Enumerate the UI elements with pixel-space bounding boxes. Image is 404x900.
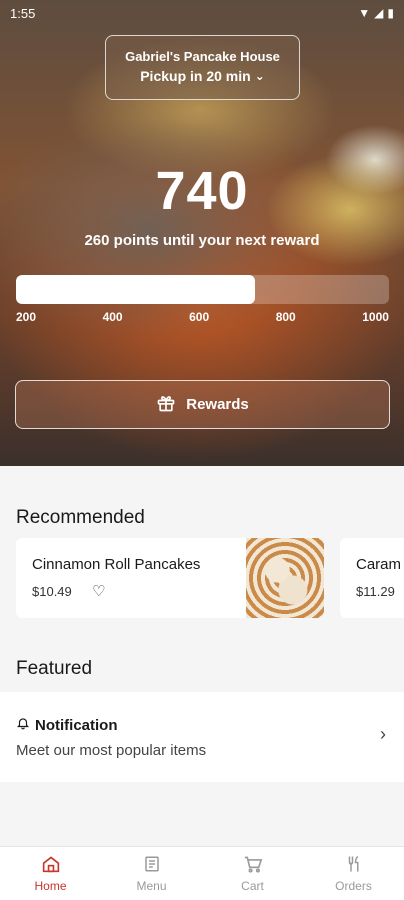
nav-label: Cart — [241, 878, 264, 893]
signal-icon: ◢ — [374, 6, 384, 20]
rewards-progress-bar — [16, 275, 389, 304]
points-subtitle: 260 points until your next reward — [84, 232, 320, 249]
points-value: 740 — [155, 161, 249, 221]
item-price: $10.49 — [32, 584, 72, 599]
featured-title: Featured — [16, 658, 93, 679]
chevron-right-icon: › — [380, 724, 386, 744]
tick-label: 600 — [189, 310, 210, 324]
gift-icon — [156, 393, 176, 417]
notification-title: Notification — [35, 716, 118, 734]
nav-label: Menu — [136, 878, 167, 893]
fork-knife-icon — [345, 855, 363, 876]
nav-label: Home — [34, 878, 67, 893]
store-selector[interactable]: Gabriel's Pancake House Pickup in 20 min… — [105, 35, 300, 100]
item-image — [246, 538, 324, 618]
store-name: Gabriel's Pancake House — [125, 49, 280, 64]
tick-label: 1000 — [362, 310, 389, 324]
notification-subtitle: Meet our most popular items — [16, 742, 207, 759]
progress-ticks: 200 400 600 800 1000 — [16, 310, 389, 324]
cart-icon — [243, 855, 263, 876]
hero-banner: 1:55 ▼ ◢ ▮ Gabriel's Pancake House Picku… — [0, 0, 404, 466]
wifi-icon: ▼ — [358, 6, 371, 20]
chevron-down-icon: ⌄ — [254, 69, 265, 83]
bell-icon — [16, 716, 30, 734]
battery-icon: ▮ — [387, 6, 394, 20]
recommended-card[interactable]: Caram $11.29 — [340, 538, 404, 618]
tick-label: 800 — [275, 310, 296, 324]
item-price: $11.29 — [356, 584, 395, 599]
tick-label: 200 — [16, 310, 37, 324]
home-icon — [41, 855, 61, 876]
heart-icon[interactable]: ♡ — [92, 582, 105, 600]
nav-cart[interactable]: Cart — [202, 847, 303, 900]
nav-orders[interactable]: Orders — [303, 847, 404, 900]
nav-home[interactable]: Home — [0, 847, 101, 900]
main-content: Recommended Cinnamon Roll Pancakes $10.4… — [0, 466, 404, 846]
rewards-button-label: Rewards — [186, 396, 249, 413]
featured-notification-row[interactable]: Notification Meet our most popular items… — [0, 692, 404, 782]
item-name: Caram — [356, 556, 402, 573]
recommended-title: Recommended — [16, 507, 145, 528]
rewards-button[interactable]: Rewards — [15, 380, 390, 429]
rewards-progress-fill — [16, 275, 255, 304]
item-name: Cinnamon Roll Pancakes — [32, 556, 201, 573]
nav-menu[interactable]: Menu — [101, 847, 202, 900]
menu-icon — [143, 855, 161, 876]
recommended-list[interactable]: Cinnamon Roll Pancakes $10.49 ♡ Caram $1… — [16, 538, 404, 618]
pickup-time: Pickup in 20 min — [140, 68, 251, 84]
bottom-nav: Home Menu Cart Orders — [0, 846, 404, 900]
status-time: 1:55 — [10, 5, 36, 21]
nav-label: Orders — [335, 878, 372, 893]
status-bar: 1:55 ▼ ◢ ▮ — [0, 0, 404, 26]
tick-label: 400 — [102, 310, 123, 324]
recommended-card[interactable]: Cinnamon Roll Pancakes $10.49 ♡ — [16, 538, 324, 618]
